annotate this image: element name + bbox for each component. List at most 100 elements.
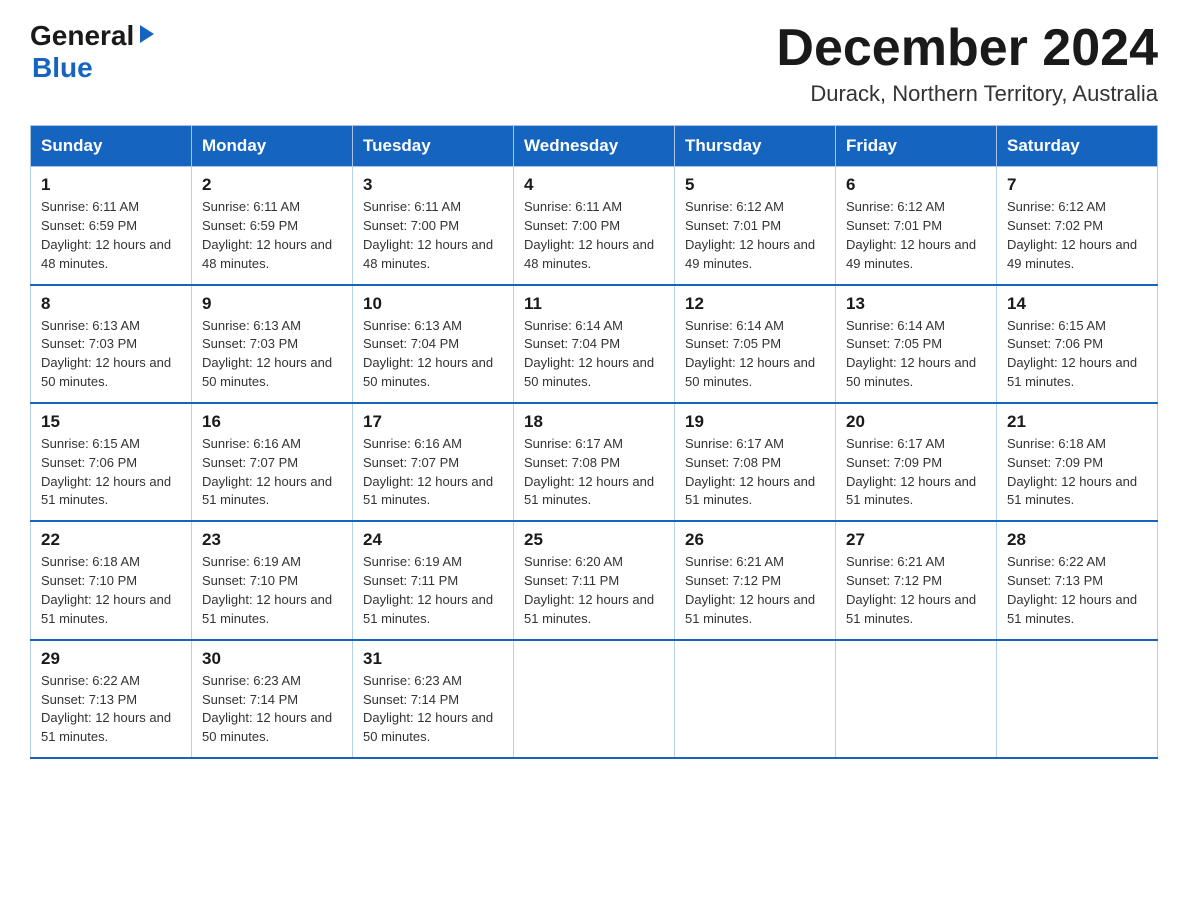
day-number: 4 <box>524 175 664 195</box>
location-text: Durack, Northern Territory, Australia <box>776 81 1158 107</box>
day-number: 16 <box>202 412 342 432</box>
day-number: 14 <box>1007 294 1147 314</box>
day-number: 23 <box>202 530 342 550</box>
table-row: 3 Sunrise: 6:11 AM Sunset: 7:00 PM Dayli… <box>353 167 514 285</box>
table-row <box>675 640 836 758</box>
day-number: 31 <box>363 649 503 669</box>
day-number: 5 <box>685 175 825 195</box>
day-info: Sunrise: 6:14 AM Sunset: 7:05 PM Dayligh… <box>685 317 825 392</box>
table-row: 27 Sunrise: 6:21 AM Sunset: 7:12 PM Dayl… <box>836 521 997 639</box>
table-row: 18 Sunrise: 6:17 AM Sunset: 7:08 PM Dayl… <box>514 403 675 521</box>
day-info: Sunrise: 6:15 AM Sunset: 7:06 PM Dayligh… <box>1007 317 1147 392</box>
day-number: 1 <box>41 175 181 195</box>
calendar-week-row: 29 Sunrise: 6:22 AM Sunset: 7:13 PM Dayl… <box>31 640 1158 758</box>
day-number: 7 <box>1007 175 1147 195</box>
day-info: Sunrise: 6:14 AM Sunset: 7:05 PM Dayligh… <box>846 317 986 392</box>
table-row: 28 Sunrise: 6:22 AM Sunset: 7:13 PM Dayl… <box>997 521 1158 639</box>
day-info: Sunrise: 6:22 AM Sunset: 7:13 PM Dayligh… <box>1007 553 1147 628</box>
table-row <box>514 640 675 758</box>
day-info: Sunrise: 6:13 AM Sunset: 7:03 PM Dayligh… <box>41 317 181 392</box>
day-info: Sunrise: 6:18 AM Sunset: 7:10 PM Dayligh… <box>41 553 181 628</box>
day-info: Sunrise: 6:13 AM Sunset: 7:03 PM Dayligh… <box>202 317 342 392</box>
day-info: Sunrise: 6:15 AM Sunset: 7:06 PM Dayligh… <box>41 435 181 510</box>
table-row: 14 Sunrise: 6:15 AM Sunset: 7:06 PM Dayl… <box>997 285 1158 403</box>
day-info: Sunrise: 6:21 AM Sunset: 7:12 PM Dayligh… <box>685 553 825 628</box>
day-number: 30 <box>202 649 342 669</box>
table-row: 16 Sunrise: 6:16 AM Sunset: 7:07 PM Dayl… <box>192 403 353 521</box>
day-info: Sunrise: 6:23 AM Sunset: 7:14 PM Dayligh… <box>202 672 342 747</box>
day-info: Sunrise: 6:19 AM Sunset: 7:10 PM Dayligh… <box>202 553 342 628</box>
table-row: 12 Sunrise: 6:14 AM Sunset: 7:05 PM Dayl… <box>675 285 836 403</box>
day-number: 18 <box>524 412 664 432</box>
day-number: 11 <box>524 294 664 314</box>
day-number: 2 <box>202 175 342 195</box>
day-info: Sunrise: 6:22 AM Sunset: 7:13 PM Dayligh… <box>41 672 181 747</box>
day-number: 28 <box>1007 530 1147 550</box>
day-number: 9 <box>202 294 342 314</box>
calendar-week-row: 22 Sunrise: 6:18 AM Sunset: 7:10 PM Dayl… <box>31 521 1158 639</box>
day-number: 12 <box>685 294 825 314</box>
table-row <box>997 640 1158 758</box>
table-row: 31 Sunrise: 6:23 AM Sunset: 7:14 PM Dayl… <box>353 640 514 758</box>
table-row: 15 Sunrise: 6:15 AM Sunset: 7:06 PM Dayl… <box>31 403 192 521</box>
day-info: Sunrise: 6:11 AM Sunset: 6:59 PM Dayligh… <box>202 198 342 273</box>
day-info: Sunrise: 6:12 AM Sunset: 7:01 PM Dayligh… <box>685 198 825 273</box>
day-number: 26 <box>685 530 825 550</box>
day-number: 10 <box>363 294 503 314</box>
table-row: 4 Sunrise: 6:11 AM Sunset: 7:00 PM Dayli… <box>514 167 675 285</box>
table-row: 23 Sunrise: 6:19 AM Sunset: 7:10 PM Dayl… <box>192 521 353 639</box>
table-row: 5 Sunrise: 6:12 AM Sunset: 7:01 PM Dayli… <box>675 167 836 285</box>
header-tuesday: Tuesday <box>353 126 514 167</box>
table-row: 20 Sunrise: 6:17 AM Sunset: 7:09 PM Dayl… <box>836 403 997 521</box>
calendar-week-row: 1 Sunrise: 6:11 AM Sunset: 6:59 PM Dayli… <box>31 167 1158 285</box>
day-info: Sunrise: 6:13 AM Sunset: 7:04 PM Dayligh… <box>363 317 503 392</box>
month-title: December 2024 <box>776 20 1158 77</box>
day-number: 13 <box>846 294 986 314</box>
day-number: 25 <box>524 530 664 550</box>
day-number: 29 <box>41 649 181 669</box>
day-info: Sunrise: 6:11 AM Sunset: 7:00 PM Dayligh… <box>363 198 503 273</box>
table-row: 11 Sunrise: 6:14 AM Sunset: 7:04 PM Dayl… <box>514 285 675 403</box>
logo-blue: Blue <box>32 52 93 84</box>
table-row <box>836 640 997 758</box>
table-row: 29 Sunrise: 6:22 AM Sunset: 7:13 PM Dayl… <box>31 640 192 758</box>
day-number: 8 <box>41 294 181 314</box>
table-row: 10 Sunrise: 6:13 AM Sunset: 7:04 PM Dayl… <box>353 285 514 403</box>
day-number: 17 <box>363 412 503 432</box>
day-info: Sunrise: 6:20 AM Sunset: 7:11 PM Dayligh… <box>524 553 664 628</box>
day-info: Sunrise: 6:19 AM Sunset: 7:11 PM Dayligh… <box>363 553 503 628</box>
day-info: Sunrise: 6:16 AM Sunset: 7:07 PM Dayligh… <box>202 435 342 510</box>
table-row: 8 Sunrise: 6:13 AM Sunset: 7:03 PM Dayli… <box>31 285 192 403</box>
table-row: 19 Sunrise: 6:17 AM Sunset: 7:08 PM Dayl… <box>675 403 836 521</box>
table-row: 6 Sunrise: 6:12 AM Sunset: 7:01 PM Dayli… <box>836 167 997 285</box>
day-number: 22 <box>41 530 181 550</box>
table-row: 7 Sunrise: 6:12 AM Sunset: 7:02 PM Dayli… <box>997 167 1158 285</box>
table-row: 26 Sunrise: 6:21 AM Sunset: 7:12 PM Dayl… <box>675 521 836 639</box>
day-info: Sunrise: 6:17 AM Sunset: 7:08 PM Dayligh… <box>685 435 825 510</box>
logo: General Blue <box>30 20 158 84</box>
table-row: 30 Sunrise: 6:23 AM Sunset: 7:14 PM Dayl… <box>192 640 353 758</box>
logo-line1: General <box>30 20 158 52</box>
header-thursday: Thursday <box>675 126 836 167</box>
header-wednesday: Wednesday <box>514 126 675 167</box>
day-info: Sunrise: 6:21 AM Sunset: 7:12 PM Dayligh… <box>846 553 986 628</box>
table-row: 22 Sunrise: 6:18 AM Sunset: 7:10 PM Dayl… <box>31 521 192 639</box>
day-info: Sunrise: 6:12 AM Sunset: 7:01 PM Dayligh… <box>846 198 986 273</box>
day-number: 21 <box>1007 412 1147 432</box>
table-row: 9 Sunrise: 6:13 AM Sunset: 7:03 PM Dayli… <box>192 285 353 403</box>
calendar-week-row: 8 Sunrise: 6:13 AM Sunset: 7:03 PM Dayli… <box>31 285 1158 403</box>
table-row: 21 Sunrise: 6:18 AM Sunset: 7:09 PM Dayl… <box>997 403 1158 521</box>
logo-general: General <box>30 20 134 52</box>
day-info: Sunrise: 6:18 AM Sunset: 7:09 PM Dayligh… <box>1007 435 1147 510</box>
header-sunday: Sunday <box>31 126 192 167</box>
title-section: December 2024 Durack, Northern Territory… <box>776 20 1158 107</box>
day-number: 6 <box>846 175 986 195</box>
day-info: Sunrise: 6:23 AM Sunset: 7:14 PM Dayligh… <box>363 672 503 747</box>
table-row: 1 Sunrise: 6:11 AM Sunset: 6:59 PM Dayli… <box>31 167 192 285</box>
day-info: Sunrise: 6:12 AM Sunset: 7:02 PM Dayligh… <box>1007 198 1147 273</box>
day-info: Sunrise: 6:17 AM Sunset: 7:08 PM Dayligh… <box>524 435 664 510</box>
day-number: 15 <box>41 412 181 432</box>
table-row: 25 Sunrise: 6:20 AM Sunset: 7:11 PM Dayl… <box>514 521 675 639</box>
day-number: 19 <box>685 412 825 432</box>
day-info: Sunrise: 6:16 AM Sunset: 7:07 PM Dayligh… <box>363 435 503 510</box>
